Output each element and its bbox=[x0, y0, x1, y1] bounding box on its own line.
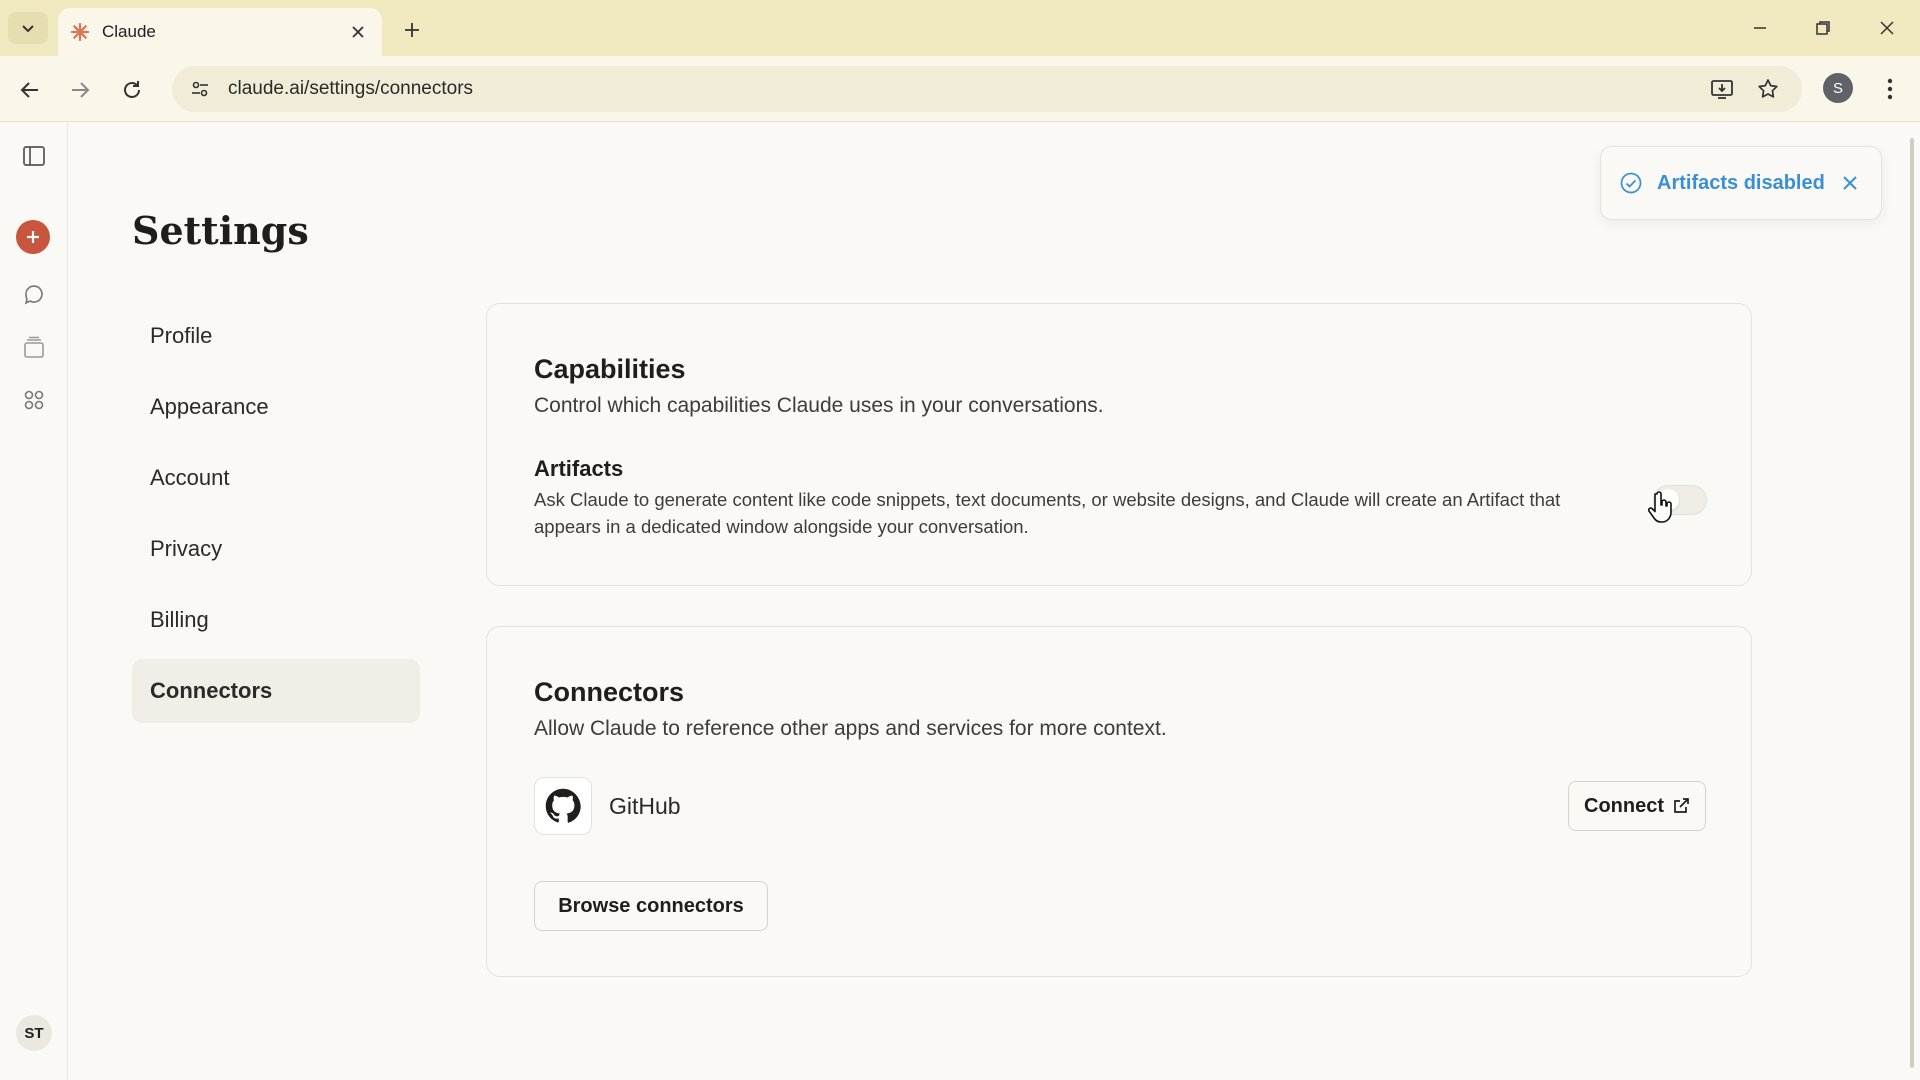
folder-stack-icon bbox=[24, 336, 44, 358]
new-tab-button[interactable] bbox=[396, 14, 428, 46]
forward-button[interactable] bbox=[62, 72, 98, 108]
claude-logo-icon bbox=[70, 22, 90, 42]
settings-nav: Profile Appearance Account Privacy Billi… bbox=[132, 304, 420, 730]
connect-label: Connect bbox=[1584, 794, 1664, 817]
page-title: Settings bbox=[132, 208, 309, 253]
capabilities-card: Capabilities Control which capabilities … bbox=[486, 303, 1752, 586]
settings-nav-profile[interactable]: Profile bbox=[132, 304, 420, 368]
scrollbar-thumb[interactable] bbox=[1910, 138, 1914, 1068]
artifacts-description: Ask Claude to generate content like code… bbox=[534, 489, 1561, 537]
settings-nav-billing[interactable]: Billing bbox=[132, 588, 420, 652]
bookmark-star-icon[interactable] bbox=[1750, 68, 1786, 110]
browser-tab[interactable]: Claude bbox=[58, 8, 382, 56]
reload-button[interactable] bbox=[114, 72, 150, 108]
arrow-left-icon bbox=[20, 82, 38, 98]
address-bar[interactable]: claude.ai/settings/connectors bbox=[172, 66, 1802, 112]
tab-title: Claude bbox=[102, 22, 156, 41]
connectors-subtitle: Allow Claude to reference other apps and… bbox=[534, 717, 1167, 740]
page-scrollbar[interactable] bbox=[1904, 122, 1920, 1080]
toggle-sidebar-button[interactable] bbox=[14, 136, 54, 176]
settings-nav-account[interactable]: Account bbox=[132, 446, 420, 510]
settings-nav-privacy[interactable]: Privacy bbox=[132, 517, 420, 581]
arrow-right-icon bbox=[72, 82, 90, 98]
site-settings-icon[interactable] bbox=[186, 75, 214, 103]
connectors-title: Connectors bbox=[534, 677, 685, 707]
install-app-icon[interactable] bbox=[1704, 68, 1740, 110]
plus-icon bbox=[27, 231, 39, 243]
back-button[interactable] bbox=[12, 72, 48, 108]
settings-nav-appearance[interactable]: Appearance bbox=[132, 375, 420, 439]
url-text: claude.ai/settings/connectors bbox=[228, 78, 474, 99]
plus-icon bbox=[405, 23, 419, 37]
browser-toolbar: claude.ai/settings/connectors S bbox=[0, 56, 1920, 122]
github-label: GitHub bbox=[609, 793, 681, 819]
close-tab-icon[interactable] bbox=[346, 20, 370, 44]
app-sidebar: ST bbox=[0, 122, 68, 1080]
settings-nav-connectors[interactable]: Connectors bbox=[132, 659, 420, 723]
close-window-button[interactable] bbox=[1867, 10, 1907, 46]
restore-icon bbox=[1816, 21, 1830, 35]
user-avatar[interactable]: ST bbox=[16, 1015, 52, 1051]
chevron-down-icon bbox=[22, 25, 34, 33]
apps-button[interactable] bbox=[14, 380, 54, 420]
tab-search-button[interactable] bbox=[8, 12, 48, 44]
external-link-icon bbox=[1674, 798, 1689, 813]
check-circle-icon bbox=[1620, 172, 1642, 194]
browse-connectors-button[interactable]: Browse connectors bbox=[534, 881, 768, 931]
new-chat-button[interactable] bbox=[16, 220, 50, 254]
browser-menu-button[interactable] bbox=[1874, 72, 1906, 106]
toast-message: Artifacts disabled bbox=[1657, 171, 1825, 194]
github-icon-box bbox=[534, 777, 592, 835]
chats-button[interactable] bbox=[14, 275, 54, 315]
capabilities-subtitle: Control which capabilities Claude uses i… bbox=[534, 394, 1104, 417]
github-connect-button[interactable]: Connect bbox=[1568, 781, 1706, 831]
connectors-card: Connectors Allow Claude to reference oth… bbox=[486, 626, 1752, 977]
artifacts-title: Artifacts bbox=[534, 456, 624, 481]
minimize-icon bbox=[1754, 27, 1766, 29]
toast-close-icon[interactable] bbox=[1837, 170, 1863, 196]
hand-cursor-icon bbox=[1647, 491, 1672, 523]
github-icon bbox=[545, 788, 581, 823]
projects-button[interactable] bbox=[14, 328, 54, 368]
toast-notification: Artifacts disabled bbox=[1600, 146, 1882, 220]
more-vertical-icon bbox=[1887, 78, 1893, 100]
minimize-button[interactable] bbox=[1740, 10, 1780, 46]
browser-tab-bar: Claude bbox=[0, 0, 1920, 56]
restore-button[interactable] bbox=[1803, 10, 1843, 46]
chat-bubble-icon bbox=[24, 285, 43, 305]
grid-icon bbox=[24, 390, 44, 410]
close-icon bbox=[1880, 21, 1894, 35]
browser-profile-avatar[interactable]: S bbox=[1823, 73, 1853, 103]
capabilities-title: Capabilities bbox=[534, 354, 686, 384]
sidebar-icon bbox=[23, 146, 45, 166]
reload-icon bbox=[124, 81, 140, 98]
